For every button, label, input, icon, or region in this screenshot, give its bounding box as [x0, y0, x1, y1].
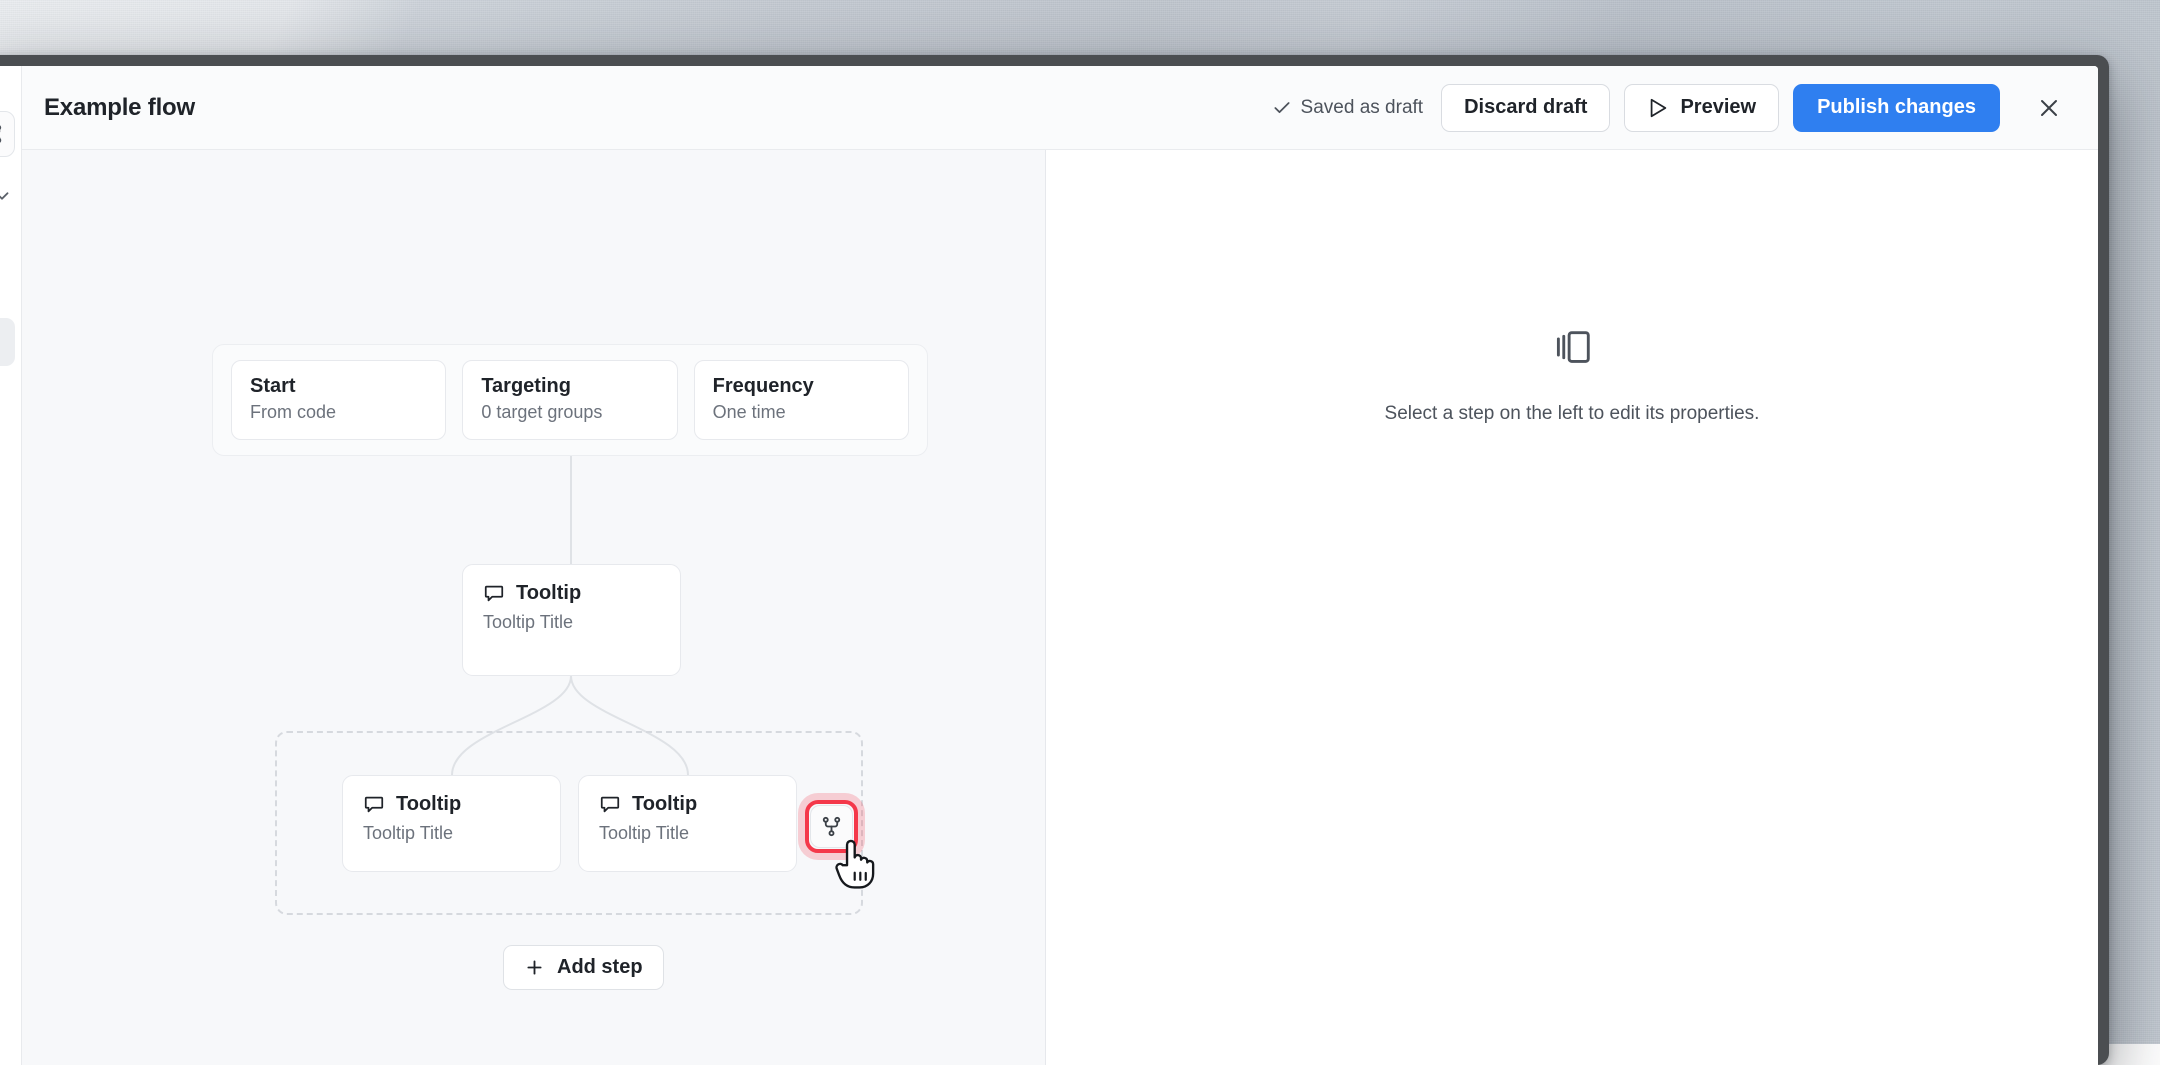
summary-card-targeting[interactable]: Targeting 0 target groups [462, 360, 677, 440]
flow-canvas-inner: Start From code Targeting 0 target group… [22, 150, 1046, 1065]
summary-card-title: Start [250, 374, 427, 398]
app-sidebar [0, 66, 22, 1065]
discard-draft-label: Discard draft [1464, 96, 1587, 119]
summary-card-frequency[interactable]: Frequency One time [694, 360, 909, 440]
step-subtitle: Tooltip Title [599, 823, 776, 844]
flow-editor-modal: Example flow Saved as draft Discard draf… [22, 66, 2098, 1065]
sidebar-expand-chevron[interactable] [0, 183, 15, 209]
step-header: Tooltip [599, 793, 776, 816]
add-branch-button[interactable] [810, 805, 853, 848]
summary-card-subtitle: One time [713, 402, 890, 424]
flow-summary-group: Start From code Targeting 0 target group… [212, 344, 928, 456]
summary-card-subtitle: 0 target groups [481, 402, 658, 424]
properties-panel: Select a step on the left to edit its pr… [1046, 150, 2098, 1065]
preview-button[interactable]: Preview [1624, 84, 1779, 132]
window-content: Example flow Saved as draft Discard draf… [0, 66, 2098, 1065]
header-actions: Saved as draft Discard draft Preview Pub… [1272, 84, 2072, 132]
summary-card-start[interactable]: Start From code [231, 360, 446, 440]
step-title: Tooltip [396, 793, 461, 816]
step-header: Tooltip [363, 793, 540, 816]
tooltip-bubble-icon [483, 583, 505, 605]
tooltip-bubble-icon [599, 794, 621, 816]
summary-card-title: Frequency [713, 374, 890, 398]
discard-draft-button[interactable]: Discard draft [1441, 84, 1610, 132]
sidebar-settings-button[interactable] [0, 111, 15, 157]
summary-card-title: Targeting [481, 374, 658, 398]
saved-status: Saved as draft [1272, 97, 1424, 119]
flow-editor-header: Example flow Saved as draft Discard draf… [22, 66, 2098, 150]
step-title: Tooltip [632, 793, 697, 816]
chevron-down-icon [0, 185, 13, 207]
layers-stack-icon [1549, 324, 1595, 370]
saved-status-label: Saved as draft [1301, 97, 1424, 119]
properties-empty-text: Select a step on the left to edit its pr… [1385, 403, 1760, 425]
play-triangle-icon [1647, 97, 1669, 119]
sidebar-item-placeholder[interactable] [0, 318, 15, 366]
publish-changes-label: Publish changes [1817, 96, 1976, 119]
flow-step-tooltip-branch-b[interactable]: Tooltip Tooltip Title [578, 775, 797, 872]
check-icon [1272, 98, 1292, 118]
add-step-label: Add step [557, 956, 643, 979]
flow-editor-body: Start From code Targeting 0 target group… [22, 150, 2098, 1065]
tooltip-bubble-icon [363, 794, 385, 816]
close-icon [2037, 96, 2061, 120]
publish-changes-button[interactable]: Publish changes [1793, 84, 2000, 132]
close-modal-button[interactable] [2026, 85, 2072, 131]
step-subtitle: Tooltip Title [483, 612, 660, 633]
branch-split-icon [820, 815, 843, 838]
flow-canvas[interactable]: Start From code Targeting 0 target group… [22, 150, 1046, 1065]
summary-card-subtitle: From code [250, 402, 427, 424]
step-title: Tooltip [516, 582, 581, 605]
browser-window: Example flow Saved as draft Discard draf… [0, 55, 2109, 1065]
step-header: Tooltip [483, 582, 660, 605]
gear-icon [0, 122, 4, 146]
flow-step-tooltip-branch-a[interactable]: Tooltip Tooltip Title [342, 775, 561, 872]
flow-step-tooltip-root[interactable]: Tooltip Tooltip Title [462, 564, 681, 676]
page-title: Example flow [44, 94, 195, 122]
preview-label: Preview [1680, 96, 1756, 119]
step-subtitle: Tooltip Title [363, 823, 540, 844]
add-step-button[interactable]: Add step [503, 945, 664, 990]
plus-icon [524, 957, 545, 978]
properties-empty-state: Select a step on the left to edit its pr… [1046, 324, 2098, 425]
